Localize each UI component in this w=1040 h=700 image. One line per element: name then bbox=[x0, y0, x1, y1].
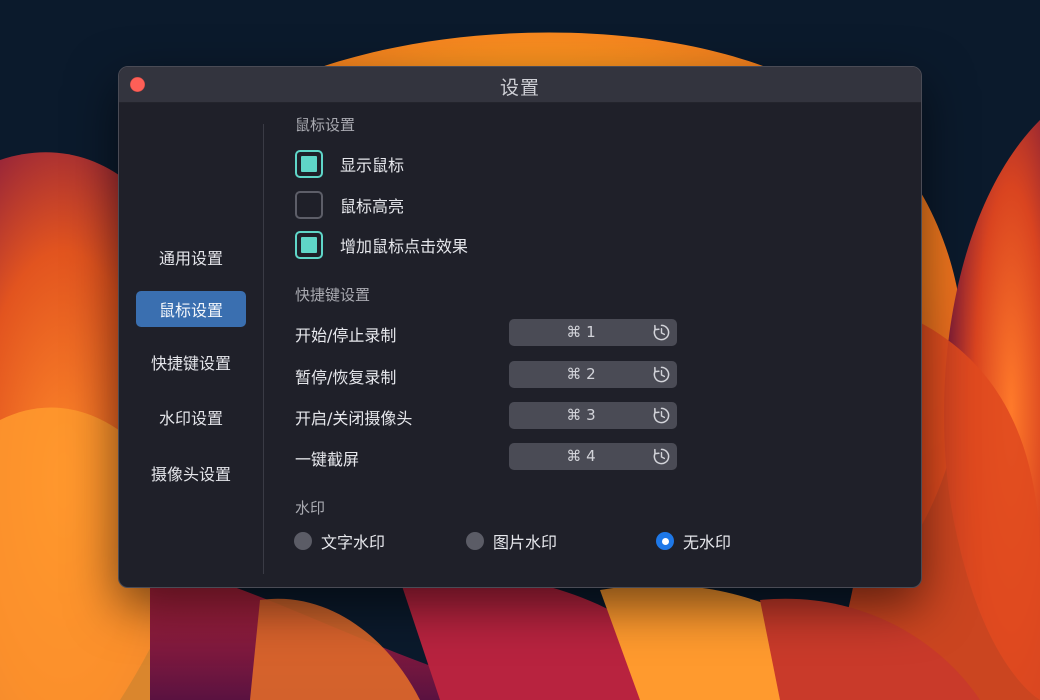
click-effect-option[interactable]: 增加鼠标点击效果 bbox=[295, 229, 468, 261]
watermark-option-none[interactable]: 无水印 bbox=[656, 530, 731, 552]
mouse-section-title: 鼠标设置 bbox=[295, 116, 356, 134]
watermark-section-title: 水印 bbox=[295, 499, 326, 517]
reset-icon[interactable] bbox=[652, 365, 671, 384]
radio-image-watermark[interactable] bbox=[466, 532, 484, 550]
show-mouse-option[interactable]: 显示鼠标 bbox=[295, 148, 404, 180]
show-mouse-label: 显示鼠标 bbox=[340, 156, 405, 175]
shortcut-row-pause: 暂停/恢复录制 ⌘ 2 bbox=[295, 361, 679, 388]
radio-label: 文字水印 bbox=[321, 533, 386, 552]
shortcut-field-pause[interactable]: ⌘ 2 bbox=[509, 361, 677, 388]
radio-label: 无水印 bbox=[683, 533, 732, 552]
click-effect-checkbox[interactable] bbox=[295, 231, 323, 259]
shortcut-field-screenshot[interactable]: ⌘ 4 bbox=[509, 443, 677, 470]
shortcut-section-title: 快捷键设置 bbox=[295, 286, 371, 304]
shortcut-field-camera[interactable]: ⌘ 3 bbox=[509, 402, 677, 429]
click-effect-label: 增加鼠标点击效果 bbox=[340, 237, 469, 256]
shortcut-key: ⌘ 1 bbox=[566, 323, 596, 341]
reset-icon[interactable] bbox=[652, 323, 671, 342]
shortcut-label: 暂停/恢复录制 bbox=[295, 368, 397, 387]
radio-text-watermark[interactable] bbox=[294, 532, 312, 550]
sidebar-divider bbox=[263, 124, 264, 574]
shortcut-row-camera: 开启/关闭摄像头 ⌘ 3 bbox=[295, 402, 679, 429]
shortcut-key: ⌘ 4 bbox=[566, 447, 596, 465]
check-mark-icon bbox=[301, 237, 317, 253]
shortcut-key: ⌘ 2 bbox=[566, 365, 596, 383]
show-mouse-checkbox[interactable] bbox=[295, 150, 323, 178]
shortcut-field-record[interactable]: ⌘ 1 bbox=[509, 319, 677, 346]
shortcut-label: 开启/关闭摄像头 bbox=[295, 409, 413, 428]
reset-icon[interactable] bbox=[652, 406, 671, 425]
shortcut-row-screenshot: 一键截屏 ⌘ 4 bbox=[295, 443, 679, 470]
watermark-option-image[interactable]: 图片水印 bbox=[466, 530, 557, 552]
mouse-highlight-label: 鼠标高亮 bbox=[340, 197, 405, 216]
mouse-highlight-checkbox[interactable] bbox=[295, 191, 323, 219]
shortcut-label: 一键截屏 bbox=[295, 450, 360, 469]
radio-dot-icon bbox=[661, 537, 669, 545]
check-mark-icon bbox=[301, 156, 317, 172]
mouse-highlight-option[interactable]: 鼠标高亮 bbox=[295, 189, 404, 221]
watermark-option-text[interactable]: 文字水印 bbox=[294, 530, 385, 552]
radio-no-watermark[interactable] bbox=[656, 532, 674, 550]
shortcut-label: 开始/停止录制 bbox=[295, 326, 397, 345]
shortcut-row-record: 开始/停止录制 ⌘ 1 bbox=[295, 319, 679, 346]
settings-content: 鼠标设置 显示鼠标 鼠标高亮 增加鼠标点击效果 快捷键设置 开始/停止录制 ⌘ … bbox=[118, 66, 920, 586]
reset-icon[interactable] bbox=[652, 447, 671, 466]
radio-label: 图片水印 bbox=[493, 533, 558, 552]
shortcut-key: ⌘ 3 bbox=[566, 406, 596, 424]
